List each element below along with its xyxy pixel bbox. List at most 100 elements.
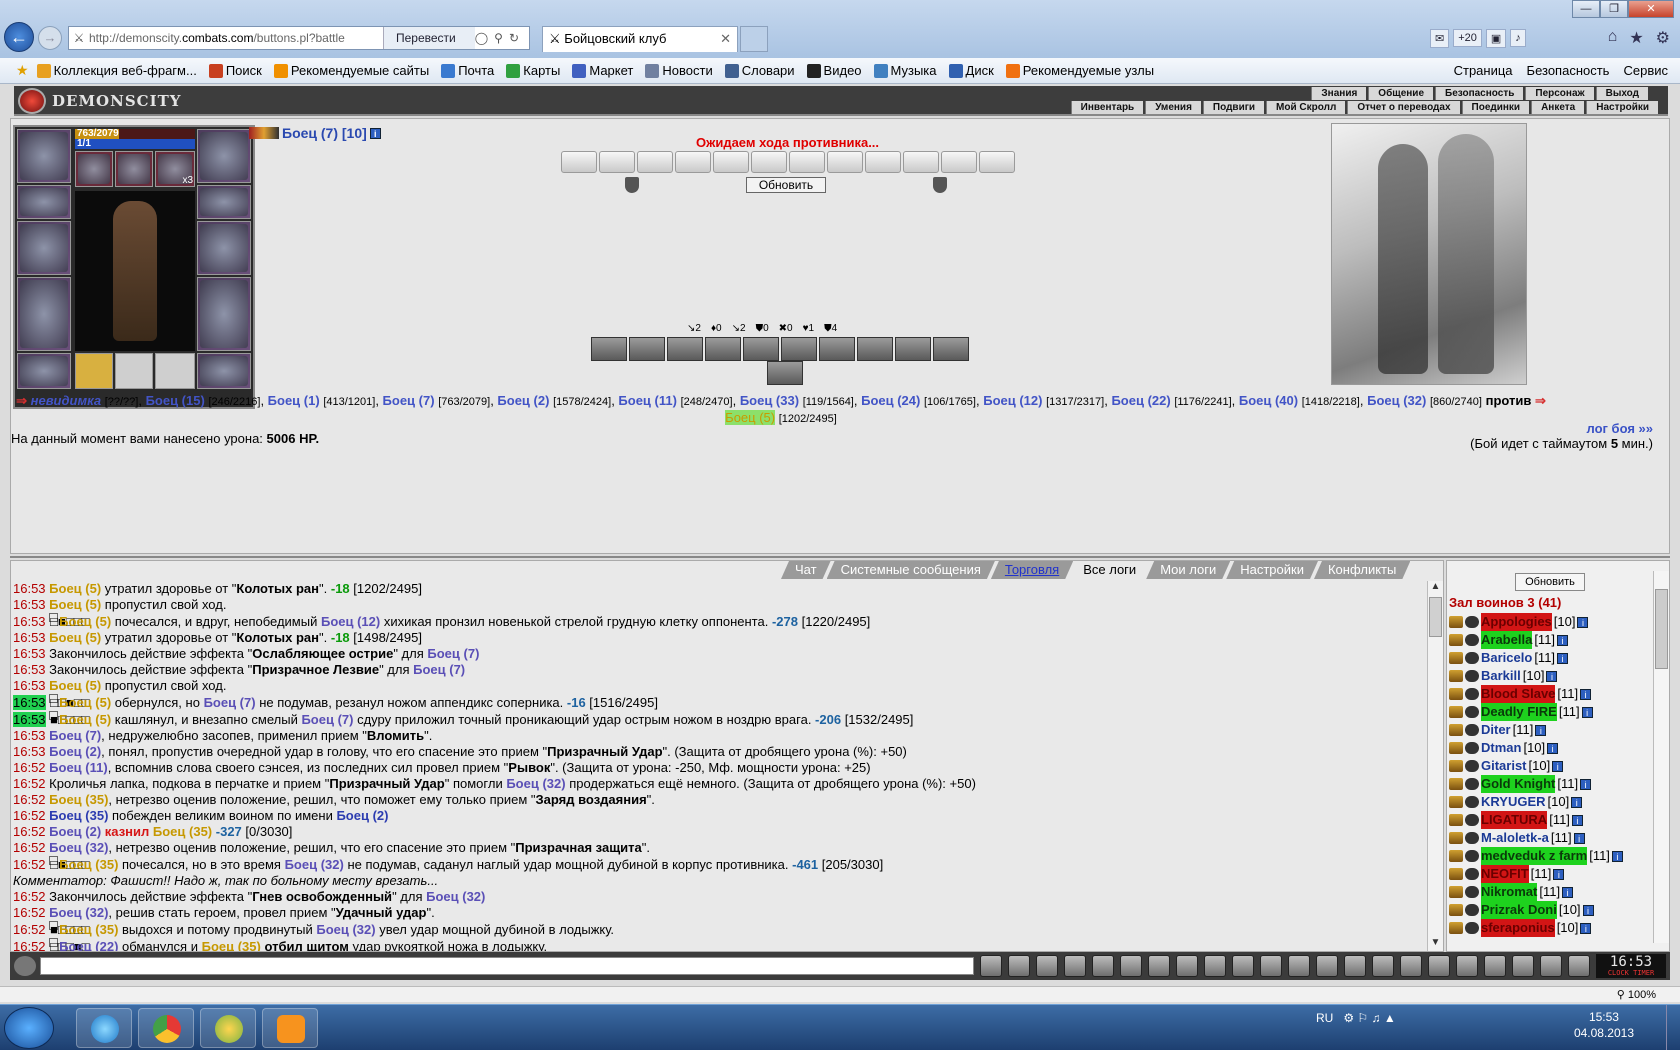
gear-icon[interactable]: ⚙	[1656, 28, 1670, 48]
forward-button[interactable]: →	[38, 26, 62, 50]
warrior-name[interactable]: Nikromat	[1481, 883, 1538, 901]
cloak-slot[interactable]	[17, 277, 71, 351]
scroll-slot[interactable]	[713, 151, 749, 173]
scroll-down-icon[interactable]: ▼	[1428, 937, 1443, 951]
warrior-info-icon[interactable]: i	[1552, 760, 1564, 772]
favorite-item[interactable]: Рекомендуемые сайты	[273, 63, 429, 78]
warrior-name[interactable]: medveduk z farm	[1481, 847, 1588, 865]
team-member-name[interactable]: Боец (22)	[1111, 393, 1170, 408]
team-member-name[interactable]: Боец (1)	[268, 393, 320, 408]
technique-button[interactable]	[895, 337, 931, 361]
chat-segment[interactable]: Боец (5)	[59, 614, 111, 629]
chat-segment[interactable]: Боец (5)	[49, 678, 101, 693]
chat-segment[interactable]: Боец (32)	[49, 905, 108, 920]
start-button[interactable]	[4, 1007, 54, 1049]
warrior-info-icon[interactable]: i	[1582, 904, 1594, 916]
technique-button[interactable]	[743, 337, 779, 361]
character-name[interactable]: Боец (7) [10] i	[249, 125, 381, 141]
address-bar[interactable]: ⚔ http://demonscity.combats.com/buttons.…	[68, 26, 530, 50]
chat-segment[interactable]: Боец (35)	[49, 808, 108, 823]
battle-log-link[interactable]: лог боя »»	[1470, 421, 1653, 436]
scroll-thumb[interactable]	[1429, 597, 1442, 637]
scroll-slot[interactable]	[561, 151, 597, 173]
technique-button[interactable]	[933, 337, 969, 361]
taskbar-app[interactable]	[200, 1008, 256, 1048]
chat-tool-button[interactable]	[1512, 955, 1534, 977]
warrior-info-icon[interactable]: i	[1557, 634, 1569, 646]
chat-segment[interactable]: Боец (5)	[49, 630, 101, 645]
tab-active[interactable]: ⚔ Бойцовский клуб ✕	[542, 26, 738, 52]
chat-user-icon[interactable]	[14, 956, 36, 976]
favorite-item[interactable]: Почта	[441, 63, 494, 78]
rune-slot-2[interactable]	[115, 151, 153, 187]
chat-tool-button[interactable]	[1260, 955, 1282, 977]
chat-segment[interactable]: Боец (2)	[49, 824, 101, 839]
url-text[interactable]: http://demonscity.combats.com/buttons.pl…	[89, 31, 383, 45]
technique-button[interactable]	[629, 337, 665, 361]
chat-segment[interactable]: Боец (35)	[49, 792, 108, 807]
command-2[interactable]: Сервис	[1623, 63, 1668, 78]
team-member-name[interactable]: Боец (11)	[618, 393, 677, 408]
menu-item[interactable]: Персонаж	[1525, 87, 1594, 100]
home-icon[interactable]: ⌂	[1608, 28, 1618, 48]
chat-segment[interactable]: Боец (7)	[204, 695, 256, 710]
chat-tool-button[interactable]	[1400, 955, 1422, 977]
ring-slot-2[interactable]	[115, 353, 153, 389]
scroll-slot[interactable]	[865, 151, 901, 173]
warrior-info-icon[interactable]: i	[1571, 796, 1583, 808]
chat-segment[interactable]: Боец (11)	[49, 760, 108, 775]
submenu-item[interactable]: Отчет о переводах	[1347, 101, 1460, 114]
submenu-item[interactable]: Умения	[1145, 101, 1201, 114]
chat-segment[interactable]: Боец (35)	[202, 939, 261, 951]
warriors-scroll-thumb[interactable]	[1655, 589, 1668, 669]
warrior-info-icon[interactable]: i	[1546, 670, 1558, 682]
language-indicator[interactable]: RU	[1316, 1011, 1333, 1025]
scroll-slot[interactable]	[789, 151, 825, 173]
chat-tool-button[interactable]	[1456, 955, 1478, 977]
warrior-info-icon[interactable]: i	[1580, 688, 1592, 700]
warriors-scrollbar[interactable]	[1653, 571, 1669, 943]
chat-segment[interactable]: Боец (22)	[59, 939, 118, 951]
chat-segment[interactable]: Боец (35)	[153, 824, 212, 839]
warrior-info-icon[interactable]: i	[1577, 616, 1589, 628]
taskbar-ok[interactable]	[262, 1008, 318, 1048]
team-member-name[interactable]: Боец (24)	[861, 393, 920, 408]
chat-segment[interactable]: Боец (32)	[49, 840, 108, 855]
chat-tab[interactable]: Торговля	[991, 561, 1073, 579]
chat-segment[interactable]: Боец (7)	[49, 728, 101, 743]
scroll-slot[interactable]	[827, 151, 863, 173]
earrings-slot[interactable]	[197, 129, 251, 183]
chat-segment[interactable]: Боец (5)	[49, 597, 101, 612]
tray-icons[interactable]: ⚙ ⚐ ♫ ▲	[1343, 1011, 1395, 1025]
chat-segment[interactable]: Боец (12)	[321, 614, 380, 629]
technique-button[interactable]	[667, 337, 703, 361]
chat-tool-button[interactable]	[1344, 955, 1366, 977]
chat-tab[interactable]: Все логи	[1069, 561, 1150, 579]
team-member-name[interactable]: невидимка	[31, 393, 101, 408]
rune-slot-3[interactable]: x3	[155, 151, 195, 187]
technique-button[interactable]	[705, 337, 741, 361]
weather-widget[interactable]: +20	[1453, 29, 1482, 47]
team-member-name[interactable]: Боец (7)	[383, 393, 435, 408]
chat-segment[interactable]: Боец (32)	[285, 857, 344, 872]
warrior-info-icon[interactable]: i	[1580, 922, 1592, 934]
scroll-slot[interactable]	[941, 151, 977, 173]
warrior-name[interactable]: Appologies	[1481, 613, 1552, 631]
chat-segment[interactable]: Боец (5)	[59, 712, 111, 727]
chat-segment[interactable]: Боец (35)	[59, 922, 118, 937]
chat-tool-button[interactable]	[1148, 955, 1170, 977]
zoom-icon[interactable]: ⚲	[1617, 989, 1628, 1001]
technique-button[interactable]	[819, 337, 855, 361]
chat-tool-button[interactable]	[980, 955, 1002, 977]
close-button[interactable]: ✕	[1628, 0, 1674, 18]
chat-tool-button[interactable]	[1120, 955, 1142, 977]
warrior-info-icon[interactable]: i	[1535, 724, 1547, 736]
command-1[interactable]: Безопасность	[1527, 63, 1610, 78]
enemy-name[interactable]: Боец (5)	[725, 410, 776, 425]
submenu-item[interactable]: Настройки	[1586, 101, 1658, 114]
chat-segment[interactable]: Боец (32)	[316, 922, 375, 937]
chat-tab[interactable]: Мои логи	[1146, 561, 1230, 579]
warrior-name[interactable]: Gold Knight	[1481, 775, 1556, 793]
zoom-level[interactable]: 100%	[1628, 989, 1656, 1001]
warrior-info-icon[interactable]: i	[1562, 886, 1574, 898]
